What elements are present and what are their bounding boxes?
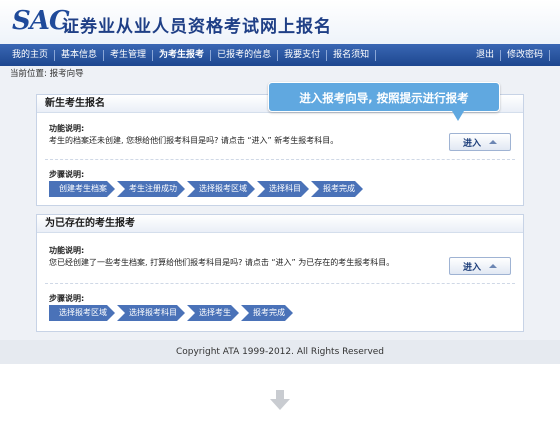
step-select-region: 选择报考区域 bbox=[49, 305, 115, 321]
triangle-up-icon bbox=[489, 140, 497, 144]
breadcrumb-prefix: 当前位置: bbox=[10, 69, 47, 79]
step-select-candidate: 选择考生 bbox=[187, 305, 239, 321]
change-password-link[interactable]: 修改密码 bbox=[501, 49, 550, 61]
nav-item-candidate-management[interactable]: 考生管理 bbox=[104, 49, 154, 61]
nav-item-register-for-candidate[interactable]: 为考生报考 bbox=[153, 49, 212, 61]
nav-item-basic-info[interactable]: 基本信息 bbox=[55, 49, 105, 61]
nav-right: 退出 修改密码 bbox=[470, 44, 550, 66]
breadcrumb: 当前位置: 报考向导 bbox=[0, 66, 560, 82]
step-registration-success: 考生注册成功 bbox=[117, 181, 185, 197]
logout-link[interactable]: 退出 bbox=[470, 49, 501, 61]
enter-button-existing[interactable]: 进入 bbox=[449, 257, 511, 275]
panel-title: 为已存在的考生报考 bbox=[37, 215, 523, 233]
function-description: 您已经创建了一些考生档案, 打算给他们报考科目是吗? 请点击 “进入” 为已存在… bbox=[49, 258, 395, 267]
sac-logo[interactable]: SAC bbox=[12, 6, 70, 36]
enter-button-label: 进入 bbox=[462, 138, 481, 149]
enter-button-new[interactable]: 进入 bbox=[449, 133, 511, 151]
divider bbox=[45, 159, 515, 160]
function-label: 功能说明: bbox=[49, 124, 85, 133]
function-description: 考生的档案还未创建, 您想给他们报考科目是吗? 请点击 “进入” 新考生报考科目… bbox=[49, 136, 339, 145]
site-title: 证券业从业人员资格考试网上报名 bbox=[62, 17, 332, 37]
steps-label: 步骤说明: bbox=[49, 170, 85, 179]
main-nav: 我的主页 基本信息 考生管理 为考生报考 已报考的信息 我要支付 报名须知 退出… bbox=[0, 44, 560, 66]
step-select-subject: 选择科目 bbox=[257, 181, 309, 197]
step-complete: 报考完成 bbox=[241, 305, 293, 321]
existing-candidate-panel: 为已存在的考生报考 功能说明: 您已经创建了一些考生档案, 打算给他们报考科目是… bbox=[36, 214, 524, 332]
guide-tooltip: 进入报考向导, 按照提示进行报考 bbox=[268, 82, 500, 112]
triangle-up-icon bbox=[489, 264, 497, 268]
enter-button-label: 进入 bbox=[462, 262, 481, 273]
steps-label: 步骤说明: bbox=[49, 294, 85, 303]
page: SAC 证券业从业人员资格考试网上报名 我的主页 基本信息 考生管理 为考生报考… bbox=[0, 0, 560, 431]
step-complete: 报考完成 bbox=[311, 181, 363, 197]
header: SAC 证券业从业人员资格考试网上报名 bbox=[0, 0, 560, 44]
steps-bar: 选择报考区域 选择报考科目 选择考生 报考完成 bbox=[49, 305, 295, 321]
steps-bar: 创建考生档案 考生注册成功 选择报考区域 选择科目 报考完成 bbox=[49, 181, 365, 197]
copyright-text: Copyright ATA 1999-2012. All Rights Rese… bbox=[175, 347, 385, 357]
nav-item-registration-notice[interactable]: 报名须知 bbox=[327, 49, 377, 61]
step-select-region: 选择报考区域 bbox=[187, 181, 255, 197]
step-select-subject: 选择报考科目 bbox=[117, 305, 185, 321]
step-create-profile: 创建考生档案 bbox=[49, 181, 115, 197]
nav-item-home[interactable]: 我的主页 bbox=[6, 49, 56, 61]
nav-item-registered-info[interactable]: 已报考的信息 bbox=[211, 49, 279, 61]
nav-item-payment[interactable]: 我要支付 bbox=[278, 49, 328, 61]
breadcrumb-current: 报考向导 bbox=[49, 69, 84, 79]
function-label: 功能说明: bbox=[49, 246, 85, 255]
divider bbox=[45, 283, 515, 284]
footer: Copyright ATA 1999-2012. All Rights Rese… bbox=[0, 340, 560, 364]
tooltip-pointer bbox=[452, 111, 464, 121]
arrow-down-icon bbox=[270, 390, 290, 410]
